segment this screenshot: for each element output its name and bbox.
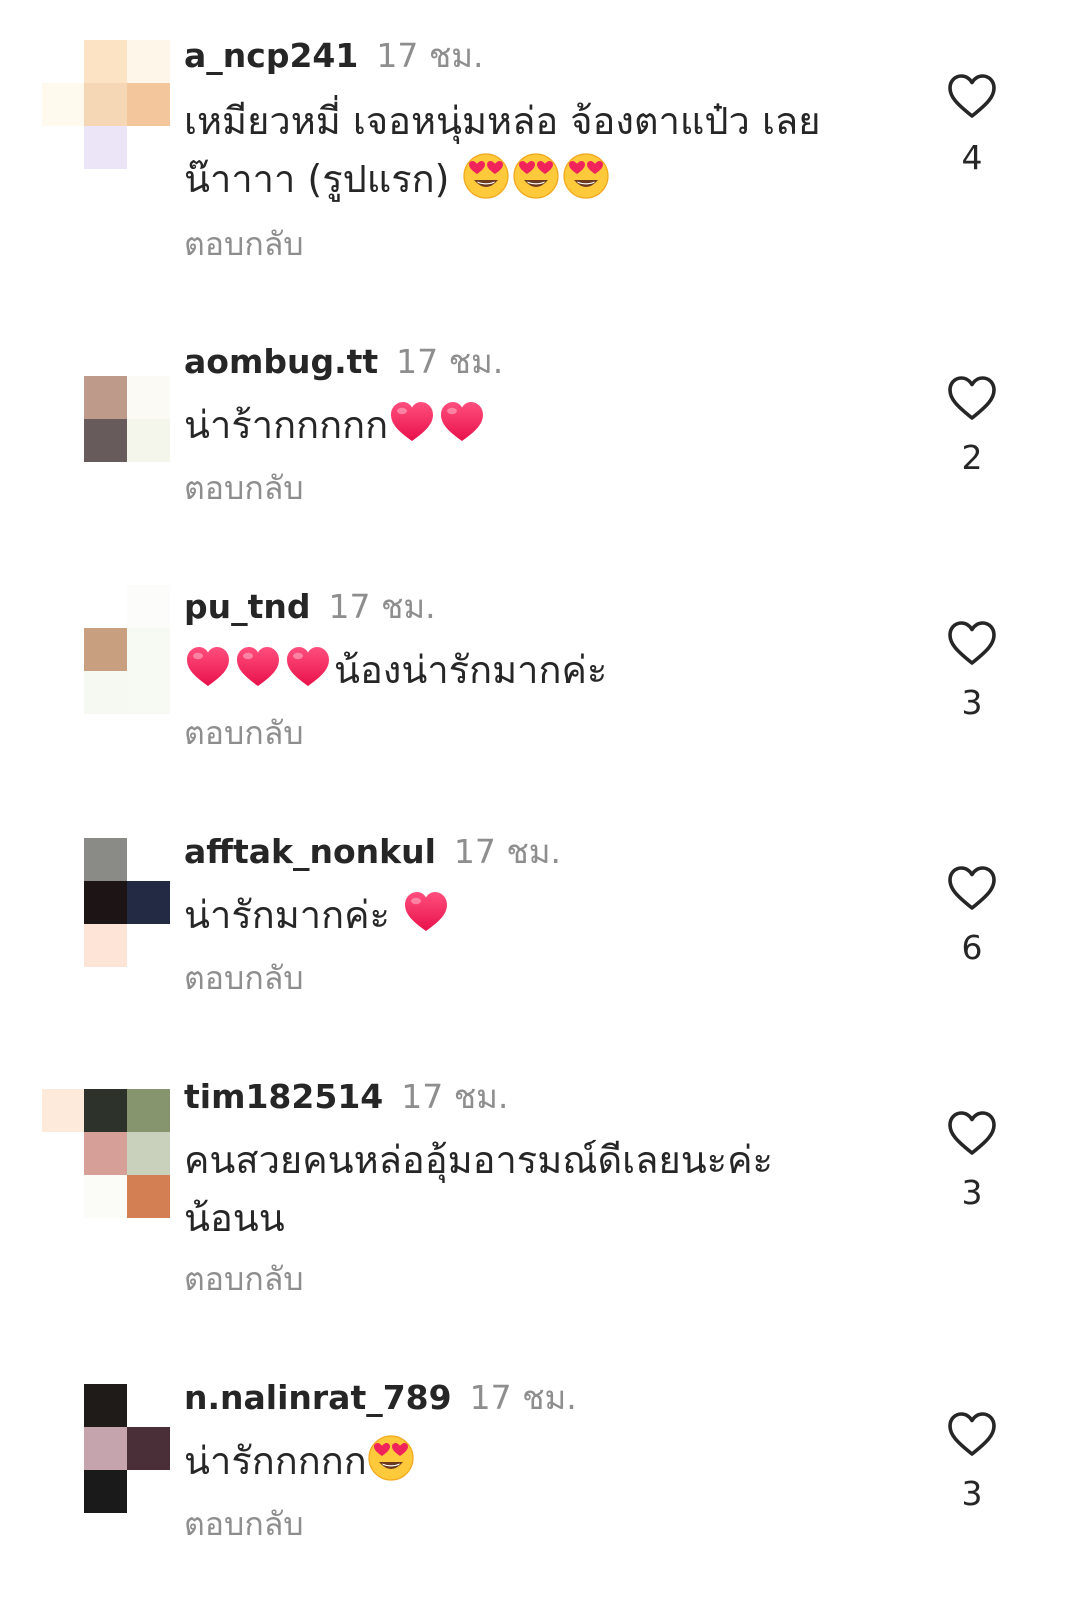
timestamp: 17 ชม. (396, 342, 504, 381)
comment-line-text: น่ารักมากค่ะ (184, 893, 403, 937)
comment-line: น่าร้ากกกกก (184, 396, 874, 454)
heart-icon[interactable] (945, 372, 999, 426)
username[interactable]: aombug.tt (184, 342, 378, 381)
comment-header: a_ncp241 17 ชม. (184, 34, 483, 84)
red-heart-emoji (388, 398, 436, 446)
avatar[interactable] (42, 40, 170, 172)
heart-icon[interactable] (945, 862, 999, 916)
comment-header: afftak_nonkul 17 ชม. (184, 830, 561, 880)
username[interactable]: n.nalinrat_789 (184, 1378, 452, 1417)
reply-button[interactable]: ตอบกลับ (184, 956, 304, 1000)
avatar[interactable] (42, 585, 170, 717)
comment-line-text: น่าร้ากกกกก (184, 403, 389, 447)
red-heart-emoji (284, 643, 332, 691)
comment-line: เหมียวหมี่ เจอหนุ่มหล่อ จ้องตาแป๋ว เลย (184, 99, 821, 143)
timestamp: 17 ชม. (453, 832, 562, 871)
avatar[interactable] (42, 1384, 170, 1516)
red-heart-emoji (184, 643, 232, 691)
comment-text: เหมียวหมี่ เจอหนุ่มหล่อ จ้องตาแป๋ว เลย น… (184, 92, 874, 208)
heart-eyes-emoji (367, 1434, 415, 1482)
avatar[interactable] (42, 376, 170, 508)
like-count: 3 (961, 683, 983, 722)
comment-line: น้องน่ารักมากค่ะ (184, 641, 874, 699)
like-count: 2 (961, 438, 983, 477)
timestamp: 17 ชม. (401, 1077, 509, 1116)
comment-line: คนสวยคนหล่ออุ้มอารมณ์ดีเลยนะค่ะ (184, 1138, 773, 1182)
reply-button[interactable]: ตอบกลับ (184, 1257, 304, 1301)
comment-text: น่ารักมากค่ะ (184, 886, 874, 944)
like-count: 3 (961, 1173, 983, 1212)
reply-button[interactable]: ตอบกลับ (184, 1502, 304, 1546)
username[interactable]: tim182514 (184, 1077, 383, 1116)
red-heart-emoji (402, 888, 450, 936)
like-count: 3 (961, 1474, 983, 1513)
heart-icon[interactable] (945, 70, 999, 124)
comment-text: น่ารักกกกก (184, 1432, 874, 1490)
comment-line: น๊าาาา (รูปแรก) (184, 150, 874, 208)
red-heart-emoji (438, 398, 486, 446)
comment-header: n.nalinrat_789 17 ชม. (184, 1376, 577, 1426)
heart-icon[interactable] (945, 1408, 999, 1462)
timestamp: 17 ชม. (328, 587, 436, 626)
comment-header: tim182514 17 ชม. (184, 1075, 508, 1125)
red-heart-emoji (234, 643, 282, 691)
avatar[interactable] (42, 838, 170, 970)
comment-text: คนสวยคนหล่ออุ้มอารมณ์ดีเลยนะค่ะ น้อนน (184, 1131, 874, 1247)
username[interactable]: pu_tnd (184, 587, 311, 626)
username[interactable]: a_ncp241 (184, 36, 358, 75)
comment-line-text: น๊าาาา (รูปแรก) (184, 157, 462, 201)
reply-button[interactable]: ตอบกลับ (184, 222, 304, 266)
avatar[interactable] (42, 1089, 170, 1221)
heart-icon[interactable] (945, 617, 999, 671)
comment-text: น่าร้ากกกกก (184, 396, 874, 454)
heart-eyes-emoji (562, 152, 610, 200)
comment-header: pu_tnd 17 ชม. (184, 585, 436, 635)
timestamp: 17 ชม. (376, 36, 484, 75)
comment-line: น้อนน (184, 1196, 285, 1240)
like-count: 6 (961, 928, 983, 967)
comment-line-text: น่ารักกกกก (184, 1439, 367, 1483)
heart-icon[interactable] (945, 1107, 999, 1161)
reply-button[interactable]: ตอบกลับ (184, 711, 304, 755)
comment-text: น้องน่ารักมากค่ะ (184, 641, 874, 699)
heart-eyes-emoji (462, 152, 510, 200)
timestamp: 17 ชม. (469, 1378, 577, 1417)
like-count: 4 (961, 138, 983, 177)
reply-button[interactable]: ตอบกลับ (184, 466, 304, 510)
heart-eyes-emoji (512, 152, 560, 200)
comment-line: น่ารักมากค่ะ (184, 886, 874, 944)
comment-line-text: น้องน่ารักมากค่ะ (334, 648, 608, 692)
username[interactable]: afftak_nonkul (184, 832, 436, 871)
comment-header: aombug.tt 17 ชม. (184, 340, 503, 390)
comment-line: น่ารักกกกก (184, 1432, 874, 1490)
